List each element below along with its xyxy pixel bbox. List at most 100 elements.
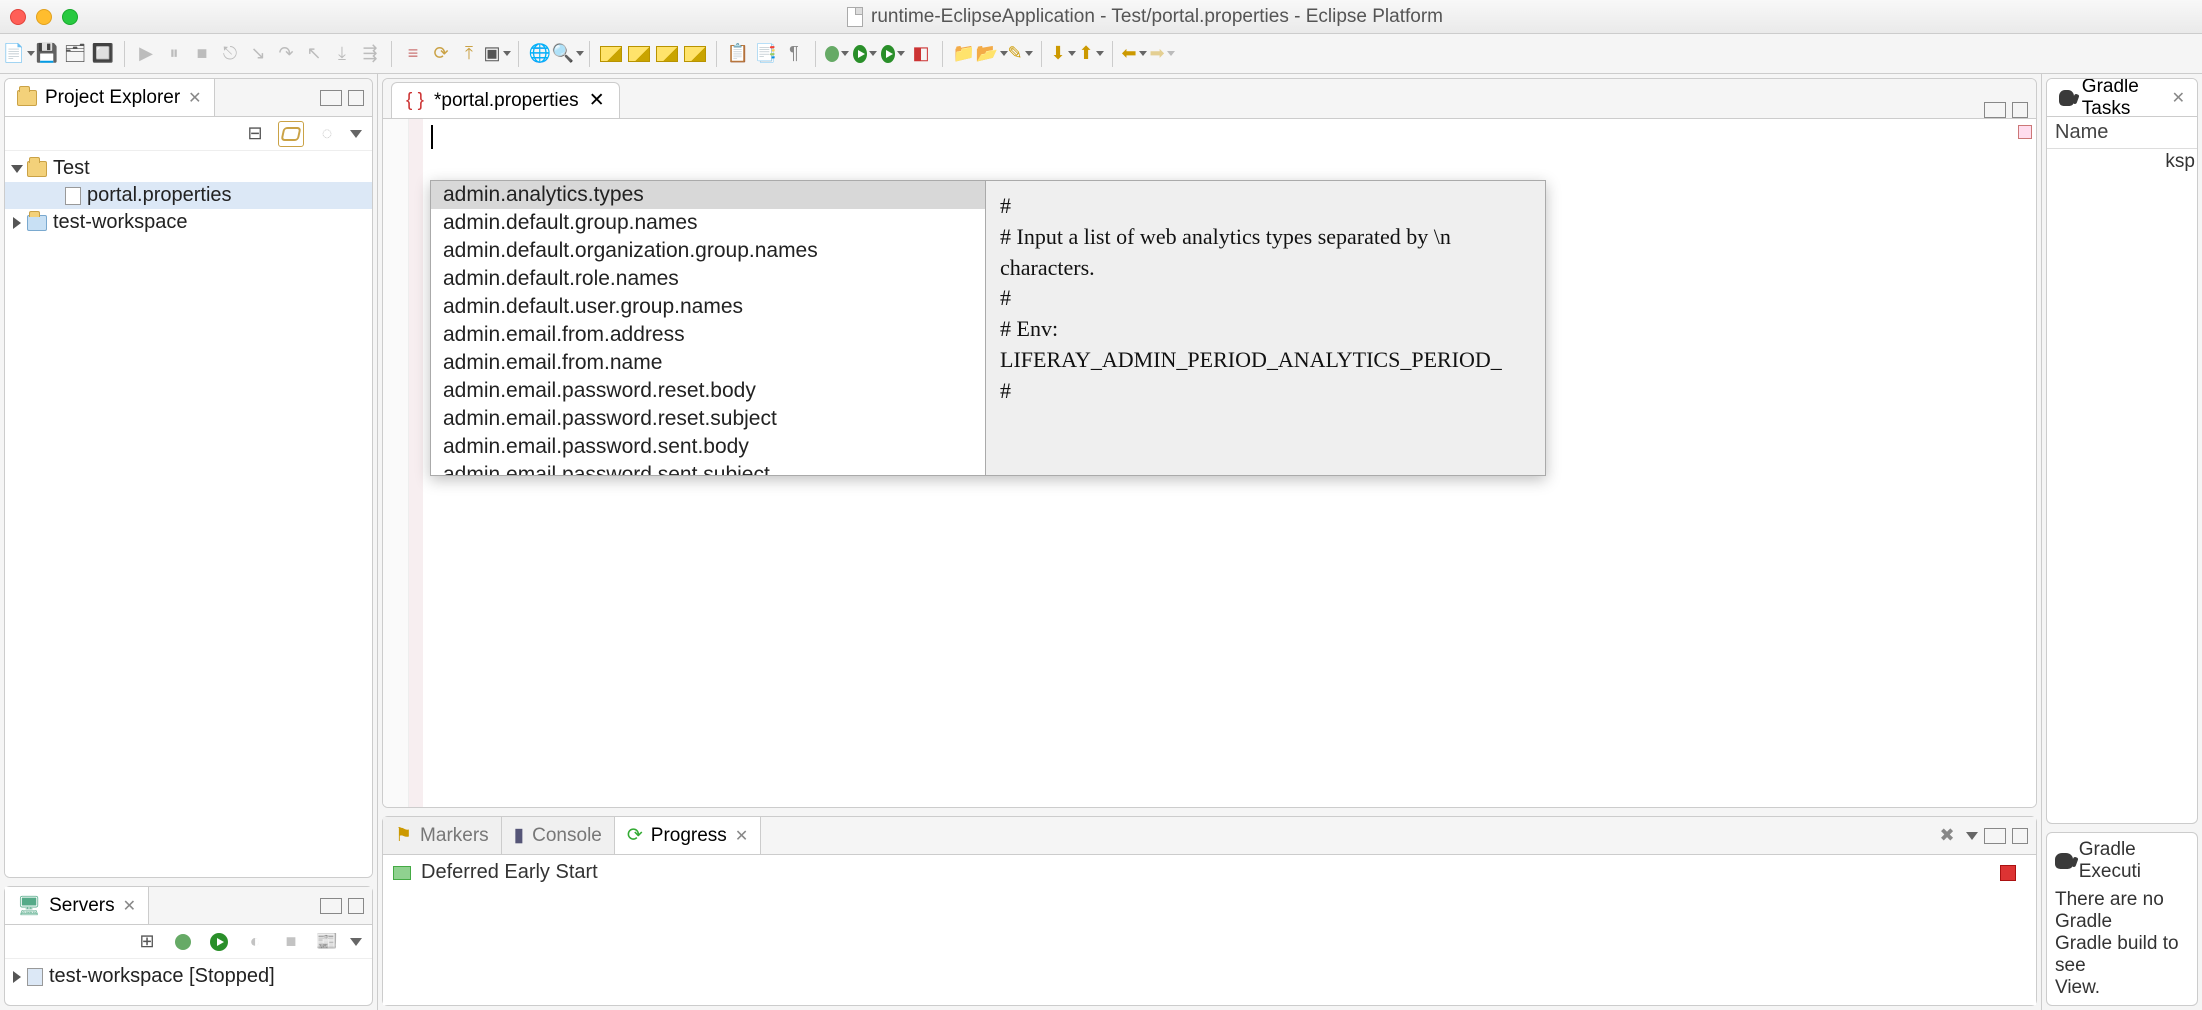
highlight-2-button[interactable]: [626, 41, 652, 67]
console-icon: ▮: [514, 824, 524, 847]
publish-button[interactable]: 📰: [314, 929, 340, 955]
content-assist-item[interactable]: admin.default.role.names: [431, 265, 985, 293]
minimize-view-button[interactable]: [320, 898, 342, 914]
content-assist-item[interactable]: admin.email.password.reset.subject: [431, 405, 985, 433]
minimize-panel-button[interactable]: [1984, 828, 2006, 844]
maximize-view-button[interactable]: [348, 90, 364, 106]
close-icon[interactable]: ✕: [589, 89, 605, 112]
highlight-1-button[interactable]: [598, 41, 624, 67]
indent-left-button[interactable]: ≡: [400, 41, 426, 67]
focus-task-button: ◌: [314, 121, 340, 147]
content-assist-item[interactable]: admin.email.password.sent.body: [431, 433, 985, 461]
content-assist-item[interactable]: admin.default.user.group.names: [431, 293, 985, 321]
import-gradle-button[interactable]: ⤒: [456, 41, 482, 67]
new-button[interactable]: 📄: [6, 41, 32, 67]
highlight-4-button[interactable]: [682, 41, 708, 67]
resume-button: ▶: [133, 41, 159, 67]
panel-menu-button[interactable]: [1966, 832, 1978, 840]
next-annotation-button[interactable]: ⬇: [1050, 41, 1076, 67]
toggle-breadcrumb-button[interactable]: 🔲: [90, 41, 116, 67]
progress-tab[interactable]: ⟳ Progress ✕: [615, 817, 761, 854]
servers-tab[interactable]: 🖥 Servers ✕: [5, 887, 149, 924]
stop-progress-button[interactable]: [2000, 865, 2016, 881]
editor-ruler: [409, 119, 423, 807]
back-button[interactable]: ⬅: [1121, 41, 1147, 67]
project-tree[interactable]: Test portal.properties test-workspace: [5, 151, 372, 877]
progress-label: Progress: [651, 825, 727, 847]
markers-tab[interactable]: ⚑ Markers: [383, 817, 502, 854]
expand-toggle[interactable]: [13, 971, 21, 983]
refresh-gradle-button[interactable]: ⟳: [428, 41, 454, 67]
web-menu-button[interactable]: 🔍: [555, 41, 581, 67]
maximize-panel-button[interactable]: [2012, 828, 2028, 844]
workspace-icon: [27, 215, 47, 231]
minimize-view-button[interactable]: [320, 90, 342, 106]
content-assist-item[interactable]: admin.email.password.sent.subject: [431, 461, 985, 476]
expand-toggle[interactable]: [13, 217, 21, 229]
tree-item-portal-properties[interactable]: portal.properties: [5, 182, 372, 209]
close-icon[interactable]: ✕: [188, 88, 201, 108]
disconnect-button: ⎋: [217, 41, 243, 67]
project-explorer-view: Project Explorer ✕ ⊟ ◌ Test: [4, 78, 373, 878]
content-assist-popup: admin.analytics.typesadmin.default.group…: [430, 180, 1546, 476]
project-explorer-icon: [17, 90, 37, 106]
run-menu-button[interactable]: [852, 41, 878, 67]
new-server-button[interactable]: ⊞: [134, 929, 160, 955]
truncated-text: ksp: [2165, 151, 2195, 173]
close-window-button[interactable]: [10, 9, 26, 25]
collapse-all-button[interactable]: ⊟: [242, 121, 268, 147]
zoom-window-button[interactable]: [62, 9, 78, 25]
progress-item[interactable]: Deferred Early Start: [393, 861, 2026, 884]
close-icon[interactable]: ✕: [2172, 88, 2185, 108]
search-button[interactable]: ✎: [1007, 41, 1033, 67]
show-whitespace-button[interactable]: ¶: [781, 41, 807, 67]
gradle-menu-button[interactable]: ▣: [484, 41, 510, 67]
open-browser-button[interactable]: 🌐: [527, 41, 553, 67]
minimize-editor-button[interactable]: [1984, 102, 2006, 118]
maximize-view-button[interactable]: [348, 898, 364, 914]
tree-item-test[interactable]: Test: [5, 155, 372, 182]
toggle-ruler-button[interactable]: 📋: [725, 41, 751, 67]
console-tab[interactable]: ▮ Console: [502, 817, 615, 854]
open-task-button[interactable]: 📂: [979, 41, 1005, 67]
forward-button[interactable]: ➡: [1149, 41, 1175, 67]
content-assist-item[interactable]: admin.email.from.address: [431, 321, 985, 349]
progress-bar-icon: [393, 866, 411, 880]
minimize-window-button[interactable]: [36, 9, 52, 25]
maximize-editor-button[interactable]: [2012, 102, 2028, 118]
step-filters-button: ⇶: [357, 41, 383, 67]
debug-server-button[interactable]: [170, 929, 196, 955]
content-assist-item[interactable]: admin.analytics.types: [431, 181, 985, 209]
save-all-button[interactable]: 🗂: [62, 41, 88, 67]
view-menu-button[interactable]: [350, 130, 362, 138]
run-last-button[interactable]: [880, 41, 906, 67]
project-explorer-tab[interactable]: Project Explorer ✕: [5, 79, 215, 116]
gradle-exec-title: Gradle Executi: [2079, 839, 2189, 883]
tree-label: portal.properties: [87, 184, 232, 207]
expand-toggle[interactable]: [11, 165, 23, 173]
tree-item-test-workspace[interactable]: test-workspace: [5, 209, 372, 236]
content-assist-list[interactable]: admin.analytics.typesadmin.default.group…: [430, 180, 986, 476]
link-editor-button[interactable]: [278, 121, 304, 147]
close-icon[interactable]: ✕: [123, 896, 136, 916]
save-button[interactable]: 💾: [34, 41, 60, 67]
editor-tab[interactable]: { } *portal.properties ✕: [391, 82, 620, 118]
debug-menu-button[interactable]: [824, 41, 850, 67]
content-assist-item[interactable]: admin.email.password.reset.body: [431, 377, 985, 405]
highlight-3-button[interactable]: [654, 41, 680, 67]
start-server-button[interactable]: [206, 929, 232, 955]
step-into-button: ↘: [245, 41, 271, 67]
servers-menu-button[interactable]: [350, 938, 362, 946]
remove-all-button[interactable]: ✖: [1934, 823, 1960, 849]
prev-annotation-button[interactable]: ⬆: [1078, 41, 1104, 67]
close-icon[interactable]: ✕: [735, 826, 748, 846]
gradle-tasks-tab[interactable]: Gradle Tasks ✕: [2047, 79, 2197, 116]
coverage-button[interactable]: ◧: [908, 41, 934, 67]
content-assist-item[interactable]: admin.email.from.name: [431, 349, 985, 377]
server-label: test-workspace [Stopped]: [49, 965, 275, 988]
server-item[interactable]: test-workspace [Stopped]: [5, 963, 372, 990]
word-wrap-button[interactable]: 📑: [753, 41, 779, 67]
content-assist-item[interactable]: admin.default.group.names: [431, 209, 985, 237]
open-type-button[interactable]: 📁: [951, 41, 977, 67]
content-assist-item[interactable]: admin.default.organization.group.names: [431, 237, 985, 265]
